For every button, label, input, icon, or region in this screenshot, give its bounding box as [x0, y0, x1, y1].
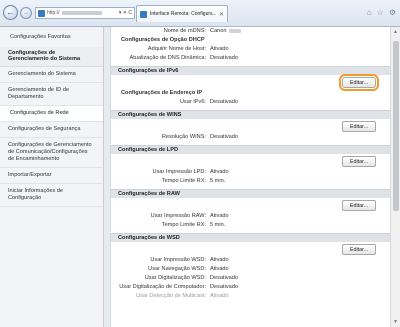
dhcp-hostname-value: Ativado: [210, 46, 229, 52]
lpd-section-header: Configurações de LPD: [111, 145, 390, 154]
wsd-computer-scan-row: Usar Digitalização de Computador: Desati…: [111, 283, 390, 292]
home-icon[interactable]: ⌂: [367, 8, 372, 17]
wsd-browse-label: Usar Navegação WSD:: [148, 266, 206, 272]
wsd-browse-value: Ativado: [210, 266, 229, 272]
scroll-up-icon[interactable]: ▲: [393, 29, 398, 35]
ipv6-use-value: Desativado: [210, 99, 238, 105]
wins-edit-button[interactable]: Editar...: [342, 121, 376, 132]
ipv6-edit-button[interactable]: Editar...: [339, 74, 379, 91]
dhcp-dns-row: Atualização de DNS Dinâmica: Desativado: [111, 54, 390, 63]
arrow-left-icon: ←: [6, 7, 15, 17]
raw-section-header: Configurações de RAW: [111, 189, 390, 198]
main-content: Nome de mDNS: Canon Configurações de Opç…: [110, 27, 390, 327]
mdns-value: Canon: [210, 28, 227, 34]
wsd-multicast-row: Usar Detecção de Multicast: Ativado: [111, 292, 390, 301]
forward-button[interactable]: →: [20, 7, 32, 19]
wsd-multicast-value: Ativado: [210, 293, 229, 299]
lpd-use-label: Usar Impressão LPD:: [152, 169, 206, 175]
sidebar-item-system-management[interactable]: Gerenciamento do Sistema: [0, 67, 103, 83]
wsd-print-row: Usar Impressão WSD: Ativado: [111, 256, 390, 265]
tab-title: Interface Remota: Configurs...: [150, 11, 216, 17]
lpd-timeout-row: Tempo Limite RX: 5 min.: [111, 177, 390, 186]
wsd-scan-label: Usar Digitalização WSD:: [144, 275, 206, 281]
dhcp-hostname-row: Adquirir Nome de Host: Ativado: [111, 45, 390, 54]
scroll-thumb[interactable]: [393, 41, 399, 211]
raw-timeout-value: 5 min.: [210, 222, 226, 228]
sidebar-item-communication-management[interactable]: Configurações de Gerenciamento de Comuni…: [0, 138, 103, 168]
star-icon[interactable]: ☆: [377, 8, 384, 17]
wsd-print-label: Usar Impressão WSD:: [150, 257, 206, 263]
sidebar-item-network-settings[interactable]: Configurações de Rede: [0, 106, 103, 122]
vertical-scrollbar[interactable]: ▲ ▼: [390, 27, 400, 327]
sidebar: Configurações Favoritas Configurações de…: [0, 27, 104, 327]
wsd-scan-row: Usar Digitalização WSD: Desativado: [111, 274, 390, 283]
scroll-down-icon[interactable]: ▼: [393, 319, 398, 325]
wsd-edit-button[interactable]: Editar...: [342, 244, 376, 255]
ipv6-address-heading: Configurações de Endereço IP: [121, 90, 203, 96]
raw-use-row: Usar Impressão RAW: Ativado: [111, 212, 390, 221]
wsd-scan-value: Desativado: [210, 275, 238, 281]
wsd-section-header: Configurações de WSD: [111, 233, 390, 242]
wins-resolution-value: Desativado: [210, 134, 238, 140]
lpd-use-row: Usar Impressão LPD: Ativado: [111, 168, 390, 177]
mdns-label: Nome de mDNS:: [163, 28, 206, 34]
lpd-timeout-value: 5 min.: [210, 178, 226, 184]
wsd-print-value: Ativado: [210, 257, 229, 263]
lpd-timeout-label: Tempo Limite RX:: [161, 178, 206, 184]
mdns-row: Nome de mDNS: Canon: [111, 27, 390, 36]
wsd-computer-scan-label: Usar Digitalização de Computador:: [119, 284, 206, 290]
sidebar-item-import-export[interactable]: Importar/Exportar: [0, 168, 103, 184]
dhcp-hostname-label: Adquirir Nome de Host:: [147, 46, 206, 52]
mdns-redacted: [229, 28, 242, 33]
browser-tab[interactable]: Interface Remota: Configurs... ✕: [136, 5, 228, 22]
raw-timeout-label: Tempo Limite RX:: [161, 222, 206, 228]
ipv6-use-row: Usar IPv6: Desativado: [111, 98, 390, 107]
ipv6-use-label: Usar IPv6:: [179, 99, 206, 105]
sidebar-item-favorites[interactable]: Configurações Favoritas: [0, 31, 103, 44]
dhcp-heading: Configurações de Opção DHCP: [121, 37, 205, 43]
arrow-right-icon: →: [23, 10, 29, 16]
sidebar-item-department-id[interactable]: Gerenciamento de ID de Departamento: [0, 83, 103, 106]
dhcp-dns-label: Atualização de DNS Dinâmica:: [129, 55, 206, 61]
address-prefix: http://: [47, 10, 60, 16]
ipv6-section-header: Configurações de IPv6: [111, 66, 390, 75]
dhcp-dns-value: Desativado: [210, 55, 238, 61]
lpd-use-value: Ativado: [210, 169, 229, 175]
lpd-edit-button[interactable]: Editar...: [342, 156, 376, 167]
raw-use-value: Ativado: [210, 213, 229, 219]
wsd-browse-row: Usar Navegação WSD: Ativado: [111, 265, 390, 274]
page-area: Configurações Favoritas Configurações de…: [0, 27, 400, 327]
page-icon: [38, 9, 45, 17]
tab-favicon-icon: [140, 10, 147, 18]
raw-use-label: Usar Impressão RAW:: [150, 213, 206, 219]
address-redacted: [61, 10, 102, 15]
sidebar-section-title: Configurações de Gerenciamento do Sistem…: [0, 47, 103, 67]
gear-icon[interactable]: ⚙: [389, 8, 396, 17]
wsd-multicast-label: Usar Detecção de Multicast:: [136, 293, 206, 299]
raw-timeout-row: Tempo Limite RX: 5 min.: [111, 221, 390, 230]
wsd-computer-scan-value: Desativado: [210, 284, 238, 290]
back-button[interactable]: ←: [3, 5, 18, 20]
wins-section-header: Configurações de WINS: [111, 110, 390, 119]
address-bar[interactable]: http:// ▾ ✕ C: [35, 7, 135, 19]
sidebar-item-startup-info[interactable]: Iniciar Informações de Configuração: [0, 184, 103, 207]
address-controls[interactable]: ▾ ✕ C: [114, 10, 134, 16]
browser-toolbar: ← → http:// ▾ ✕ C Interface Remota: Conf…: [0, 0, 400, 27]
tab-close-icon[interactable]: ✕: [219, 11, 224, 18]
sidebar-item-security-settings[interactable]: Configurações de Segurança: [0, 122, 103, 138]
raw-edit-button[interactable]: Editar...: [342, 200, 376, 211]
browser-icons: ⌂ ☆ ⚙: [367, 8, 396, 17]
wins-resolution-row: Resolução WINS: Desativado: [111, 133, 390, 142]
wins-resolution-label: Resolução WINS:: [161, 134, 206, 140]
